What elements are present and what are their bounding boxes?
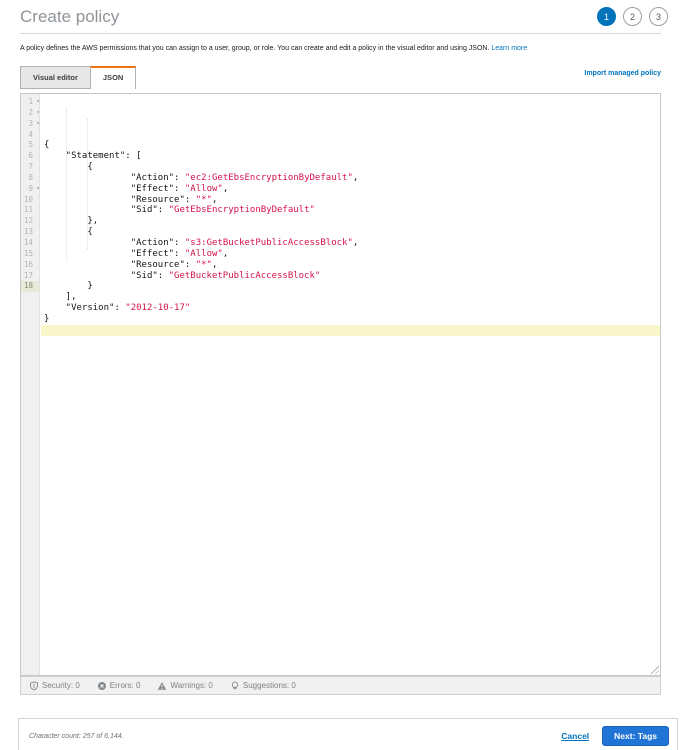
character-count: Character count: 257 of 6,144.: [29, 732, 124, 740]
gutter-line-number: 10: [23, 194, 33, 204]
status-item-label: Errors: 0: [109, 681, 141, 690]
code-line[interactable]: "Effect": "Allow",: [41, 249, 660, 260]
tab-json[interactable]: JSON: [89, 66, 137, 89]
warnings-icon: [157, 681, 167, 691]
errors-icon: [97, 681, 107, 691]
gutter-line-number: 18: [21, 281, 39, 293]
step-indicator: 123: [597, 7, 668, 26]
status-item-label: Suggestions: 0: [242, 681, 296, 690]
editor-status-bar: Security: 0 Errors: 0 Warnings: 0 Suggestio…: [20, 676, 661, 695]
json-code-editor[interactable]: 1 ▾ 2 ▾ 3 ▾ 4 5 6 7 8 9 ▾ 10 11 12 13 14 15 16 17 18 { "State…: [20, 93, 661, 676]
code-line[interactable]: "Action": "s3:GetBucketPublicAccessBlock…: [41, 238, 660, 249]
policy-description: A policy defines the AWS permissions tha…: [20, 45, 527, 52]
editor-gutter: 1 ▾ 2 ▾ 3 ▾ 4 5 6 7 8 9 ▾ 10 11 12 13 14 15 16 17 18: [21, 94, 40, 675]
gutter-line-number: 13: [23, 227, 33, 237]
footer-bar: Character count: 257 of 6,144. Cancel Ne…: [18, 718, 678, 750]
gutter-line-number: 16: [23, 259, 33, 269]
gutter-line-number: 4: [28, 129, 33, 139]
editor-tabs: Visual editor JSON: [20, 66, 137, 89]
code-line[interactable]: "Resource": "*",: [41, 260, 660, 271]
step-circle: 1: [597, 7, 616, 26]
step-circle[interactable]: 2: [623, 7, 642, 26]
code-line[interactable]: "Sid": "GetBucketPublicAccessBlock": [41, 271, 660, 282]
gutter-line-number: 12: [23, 216, 33, 226]
gutter-line-number: 1 ▾: [28, 97, 40, 108]
fold-arrow-icon[interactable]: ▾: [36, 97, 40, 108]
gutter-line-number: 8: [28, 172, 33, 182]
gutter-line-number: 6: [28, 151, 33, 161]
status-item: Security: 0: [29, 680, 80, 691]
policy-description-text: A policy defines the AWS permissions tha…: [20, 45, 492, 52]
code-line[interactable]: }: [41, 314, 660, 325]
create-policy-page: Create policy 123 A policy defines the A…: [0, 0, 681, 750]
suggestions-icon: [230, 681, 240, 691]
gutter-line-number: 9 ▾: [28, 183, 40, 195]
code-line[interactable]: "Statement": [: [41, 151, 660, 162]
step-circle[interactable]: 3: [649, 7, 668, 26]
fold-arrow-icon[interactable]: ▾: [36, 184, 40, 195]
status-item: Warnings: 0: [157, 681, 213, 691]
security-icon: [29, 680, 39, 691]
code-line[interactable]: "Resource": "*",: [41, 195, 660, 206]
status-item: Suggestions: 0: [230, 681, 296, 691]
page-title: Create policy: [20, 7, 120, 26]
code-line[interactable]: "Effect": "Allow",: [41, 184, 660, 195]
code-line[interactable]: "Version": "2012-10-17": [41, 303, 660, 314]
gutter-line-number: 14: [23, 237, 33, 247]
status-item-label: Warnings: 0: [170, 681, 213, 690]
gutter-line-number: 2 ▾: [28, 107, 40, 119]
gutter-line-number: 7: [28, 162, 33, 172]
fold-arrow-icon[interactable]: ▾: [36, 108, 40, 119]
gutter-line-number: 17: [23, 270, 33, 280]
next-tags-button[interactable]: Next: Tags: [602, 726, 669, 746]
code-line[interactable]: {: [41, 140, 660, 151]
tab-visual-editor[interactable]: Visual editor: [20, 66, 91, 89]
code-line[interactable]: ],: [41, 292, 660, 303]
code-line[interactable]: }: [41, 281, 660, 292]
active-code-line[interactable]: [41, 324, 660, 336]
code-line[interactable]: {: [41, 162, 660, 173]
gutter-line-number: 3 ▾: [28, 118, 40, 130]
code-line[interactable]: },: [41, 216, 660, 227]
code-line[interactable]: {: [41, 227, 660, 238]
fold-arrow-icon[interactable]: ▾: [36, 119, 40, 130]
gutter-line-number: 11: [23, 205, 33, 215]
editor-code-area[interactable]: { "Statement": [ { "Action": "ec2:GetEbs…: [41, 94, 660, 675]
status-item: Errors: 0: [97, 681, 141, 691]
learn-more-link[interactable]: Learn more: [491, 45, 527, 52]
gutter-line-number: 15: [23, 248, 33, 258]
header-divider: [20, 33, 661, 34]
import-managed-policy-link[interactable]: Import managed policy: [584, 70, 661, 77]
code-line[interactable]: "Action": "ec2:GetEbsEncryptionByDefault…: [41, 173, 660, 184]
cancel-button[interactable]: Cancel: [561, 731, 589, 741]
gutter-line-number: 5: [28, 140, 33, 150]
status-item-label: Security: 0: [42, 681, 80, 690]
footer-actions: Cancel Next: Tags: [561, 726, 677, 746]
code-line[interactable]: "Sid": "GetEbsEncryptionByDefault": [41, 205, 660, 216]
